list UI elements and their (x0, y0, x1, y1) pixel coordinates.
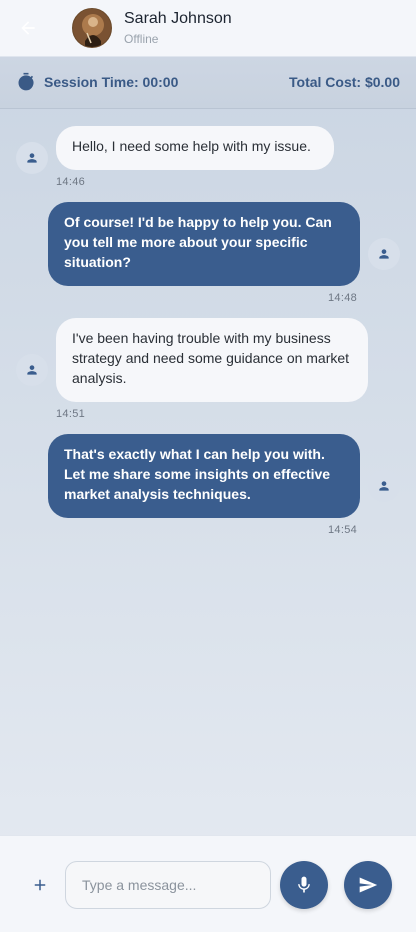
person-icon (379, 481, 389, 491)
message-time: 14:51 (56, 408, 86, 420)
sender-avatar (16, 142, 48, 174)
arrow-left-icon (21, 21, 35, 35)
contact-status: Offline (124, 32, 159, 46)
contact-avatar[interactable] (72, 8, 112, 48)
person-icon (27, 365, 37, 375)
message-time: 14:46 (56, 176, 86, 188)
message-bubble-incoming: Hello, I need some help with my issue. (56, 126, 334, 170)
message-bubble-outgoing: Of course! I'd be happy to help you. Can… (48, 202, 360, 286)
contact-name: Sarah Johnson (124, 10, 232, 27)
sender-avatar (368, 470, 400, 502)
add-attachment-button[interactable] (26, 871, 54, 899)
sender-avatar (368, 238, 400, 270)
message-input[interactable] (65, 861, 271, 909)
plus-icon (34, 879, 46, 891)
voice-record-button[interactable] (280, 861, 328, 909)
session-bar: Session Time: 00:00 Total Cost: $0.00 (0, 57, 416, 109)
avatar-photo (73, 9, 111, 47)
back-button[interactable] (14, 14, 42, 42)
sender-avatar (16, 354, 48, 386)
person-icon (27, 153, 37, 163)
send-icon (359, 877, 378, 893)
person-icon (379, 249, 389, 259)
total-cost: Total Cost: $0.00 (289, 74, 400, 90)
message-bubble-outgoing: That's exactly what I can help you with.… (48, 434, 360, 518)
message-bubble-incoming: I've been having trouble with my busines… (56, 318, 368, 402)
message-composer (0, 835, 416, 932)
microphone-icon (298, 876, 310, 893)
message-time: 14:54 (328, 524, 358, 536)
message-time: 14:48 (328, 292, 358, 304)
session-time: Session Time: 00:00 (44, 74, 179, 90)
stopwatch-icon (18, 72, 34, 91)
chat-screen: Sarah Johnson Offline Session Time: 00:0… (0, 0, 416, 932)
chat-header: Sarah Johnson Offline (0, 0, 416, 57)
send-button[interactable] (344, 861, 392, 909)
